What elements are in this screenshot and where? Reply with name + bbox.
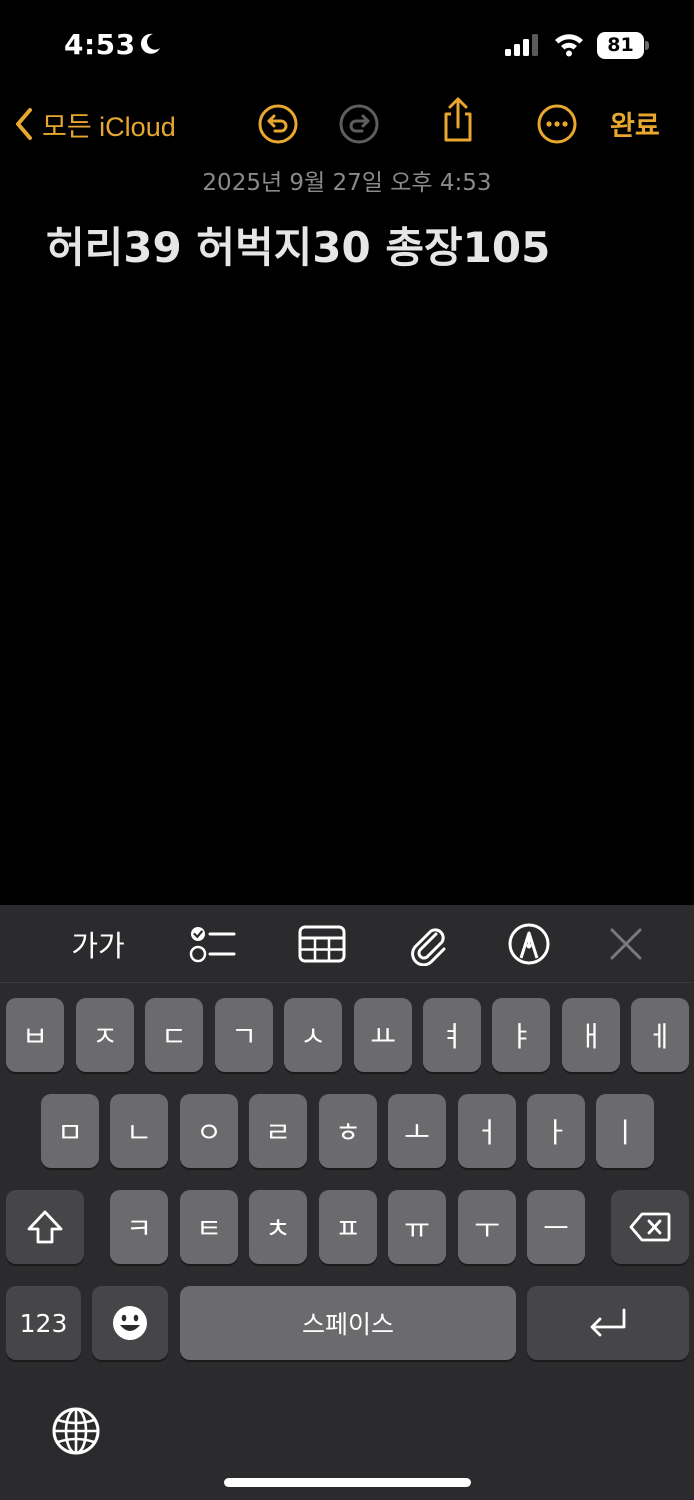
more-icon (537, 104, 577, 144)
keyboard-toolbar: 가가 (0, 905, 694, 983)
key-m[interactable]: ㅁ (41, 1094, 99, 1168)
shift-icon (27, 1210, 63, 1244)
share-icon (444, 97, 472, 142)
emoji-icon (113, 1306, 147, 1340)
key-yeo[interactable]: ㅕ (423, 998, 481, 1072)
key-p[interactable]: ㅍ (319, 1190, 377, 1264)
key-yo[interactable]: ㅛ (354, 998, 412, 1072)
key-ae[interactable]: ㅐ (562, 998, 620, 1072)
key-b[interactable]: ㅂ (6, 998, 64, 1072)
key-eo[interactable]: ㅓ (458, 1094, 516, 1168)
space-key-label: 스페이스 (301, 1310, 394, 1339)
note-date: 2025년 9월 27일 오후 4:53 (202, 170, 492, 196)
back-label: 모든 iCloud (42, 111, 176, 142)
key-g[interactable]: ㄱ (215, 998, 273, 1072)
table-button[interactable] (292, 921, 352, 967)
undo-button[interactable] (256, 102, 300, 146)
space-key[interactable]: 스페이스 (180, 1286, 516, 1360)
key-o[interactable]: ㅗ (388, 1094, 446, 1168)
paperclip-icon (411, 928, 446, 966)
key-j[interactable]: ㅈ (76, 998, 134, 1072)
key-r[interactable]: ㄹ (249, 1094, 307, 1168)
moon-icon (140, 33, 160, 54)
backspace-key[interactable] (611, 1190, 689, 1264)
back-button[interactable]: 모든 iCloud (14, 102, 176, 146)
cellular-signal-icon (505, 34, 538, 56)
emoji-key[interactable] (92, 1286, 168, 1360)
key-s[interactable]: ㅅ (284, 998, 342, 1072)
markup-button[interactable] (499, 921, 559, 967)
key-yu[interactable]: ㅠ (388, 1190, 446, 1264)
key-u[interactable]: ㅜ (458, 1190, 516, 1264)
status-bar: 4:53 81 (0, 0, 694, 90)
notes-editor-screen: 4:53 81 모든 iCloud 완료 2025년 9월 27일 오후 4:5… (0, 0, 694, 1500)
markup-pen-icon (508, 923, 550, 965)
key-n[interactable]: ㄴ (110, 1094, 168, 1168)
status-time: 4:53 (64, 28, 136, 61)
more-button[interactable] (535, 102, 579, 146)
done-button[interactable]: 완료 (610, 104, 660, 143)
table-icon (298, 925, 346, 963)
globe-button[interactable] (50, 1405, 102, 1461)
return-icon (590, 1308, 626, 1337)
battery-icon: 81 (597, 32, 649, 59)
key-e[interactable]: ㅔ (631, 998, 689, 1072)
korean-keyboard: 가가 ㅂ ㅈ ㄷ ㄱ ㅅ ㅛ ㅕ ㅑ ㅐ ㅔ ㅁ ㄴ ㅇ ㄹ ㅎ ㅗ ㅓ ㅏ ㅣ… (0, 905, 694, 1500)
key-k[interactable]: ㅋ (110, 1190, 168, 1264)
key-d[interactable]: ㄷ (145, 998, 203, 1072)
battery-body: 81 (597, 32, 644, 59)
shift-key[interactable] (6, 1190, 84, 1264)
key-h[interactable]: ㅎ (319, 1094, 377, 1168)
redo-button[interactable] (337, 102, 381, 146)
close-icon (610, 928, 642, 960)
undo-icon (258, 104, 298, 144)
key-ng[interactable]: ㅇ (180, 1094, 238, 1168)
key-ya[interactable]: ㅑ (492, 998, 550, 1072)
key-t[interactable]: ㅌ (180, 1190, 238, 1264)
wifi-icon (555, 34, 583, 57)
checklist-icon (189, 927, 236, 963)
key-i[interactable]: ㅣ (596, 1094, 654, 1168)
key-ch[interactable]: ㅊ (249, 1190, 307, 1264)
chevron-left-icon (16, 108, 32, 140)
close-keyboard-button[interactable] (596, 921, 656, 967)
note-text[interactable]: 허리39 허벅지30 총장105 (46, 214, 550, 275)
key-a[interactable]: ㅏ (527, 1094, 585, 1168)
numbers-key[interactable]: 123 (6, 1286, 81, 1360)
text-format-button[interactable]: 가가 (68, 921, 128, 967)
globe-icon (52, 1407, 100, 1455)
home-indicator[interactable] (224, 1478, 471, 1487)
checklist-button[interactable] (182, 921, 242, 967)
share-button[interactable] (436, 97, 480, 142)
redo-icon (339, 104, 379, 144)
attachment-button[interactable] (398, 921, 458, 967)
key-eu[interactable]: ㅡ (527, 1190, 585, 1264)
numbers-key-label: 123 (19, 1308, 68, 1338)
backspace-icon (629, 1212, 671, 1242)
battery-nub (645, 41, 649, 50)
text-format-label: 가가 (71, 929, 125, 963)
battery-level: 81 (607, 34, 634, 56)
return-key[interactable] (527, 1286, 689, 1360)
